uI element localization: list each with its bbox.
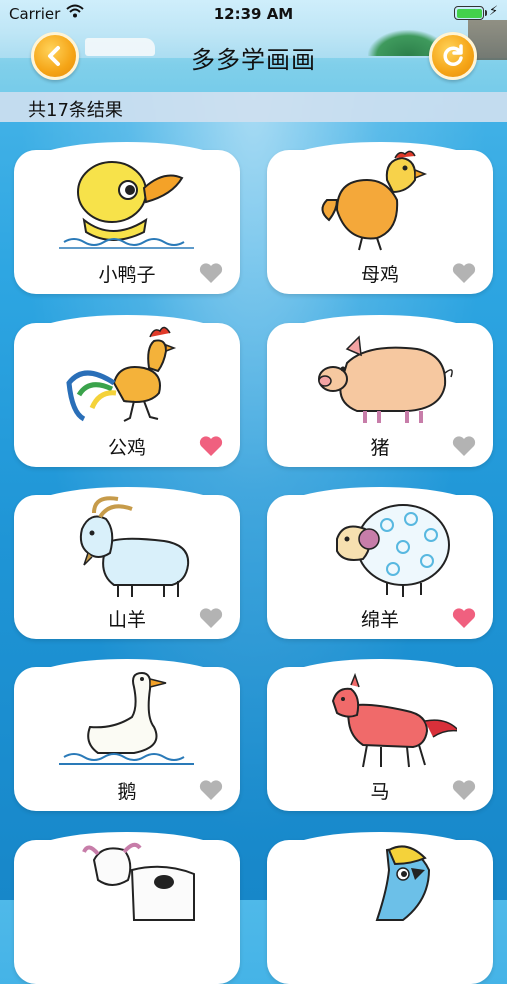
heart-icon[interactable]	[198, 261, 224, 285]
result-count-text: 共17条结果	[28, 100, 123, 121]
heart-icon[interactable]	[198, 778, 224, 802]
heart-icon[interactable]	[198, 434, 224, 458]
heart-icon[interactable]	[198, 606, 224, 630]
sheep-drawing	[336, 504, 450, 597]
drawing-card[interactable]: 小鸭子	[14, 142, 240, 294]
rooster-drawing	[66, 326, 177, 422]
horse-drawing	[331, 672, 457, 768]
drawing-card[interactable]: 山羊	[14, 487, 240, 639]
pig-drawing	[318, 335, 453, 423]
drawing-card[interactable]: 公鸡	[14, 315, 240, 467]
heart-icon[interactable]	[451, 434, 477, 458]
duckling-drawing	[59, 161, 194, 249]
refresh-button[interactable]	[429, 32, 477, 80]
parrot-drawing	[375, 845, 431, 921]
drawing-card[interactable]: 绵羊	[267, 487, 493, 639]
drawing-card[interactable]: 马	[267, 659, 493, 811]
heart-icon[interactable]	[451, 606, 477, 630]
cow-drawing	[82, 842, 195, 921]
drawing-card[interactable]: 猪	[267, 315, 493, 467]
hen-drawing	[321, 150, 428, 251]
drawing-card[interactable]	[267, 832, 493, 984]
status-time: 12:39 AM	[213, 5, 294, 23]
refresh-icon	[443, 44, 463, 66]
battery-icon	[454, 6, 487, 20]
drawing-card[interactable]	[14, 832, 240, 984]
drawing-card[interactable]: 母鸡	[267, 142, 493, 294]
goose-drawing	[59, 671, 194, 765]
goat-drawing	[79, 496, 190, 597]
drawing-card[interactable]: 鹅	[14, 659, 240, 811]
heart-icon[interactable]	[451, 778, 477, 802]
battery-fill	[456, 8, 482, 18]
status-bar: Carrier 12:39 AM ⚡	[0, 0, 507, 30]
charging-bolt-icon: ⚡	[489, 4, 499, 19]
heart-icon[interactable]	[451, 261, 477, 285]
result-count-bar: 共17条结果	[0, 92, 507, 122]
